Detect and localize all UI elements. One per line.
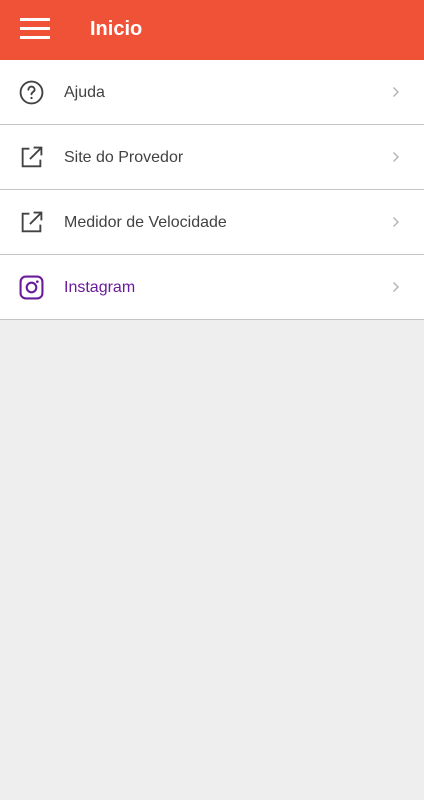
help-circle-icon <box>19 80 44 105</box>
instagram-icon <box>19 275 44 300</box>
menu-list: Ajuda Site do Provedor Medidor de Veloci… <box>0 60 424 320</box>
list-item-label: Site do Provedor <box>64 149 184 166</box>
chevron-right-icon <box>393 152 399 162</box>
list-item-site-do-provedor[interactable]: Site do Provedor <box>0 125 424 190</box>
list-item-instagram[interactable]: Instagram <box>0 255 424 320</box>
list-item-ajuda[interactable]: Ajuda <box>0 60 424 125</box>
external-link-icon <box>21 146 43 168</box>
list-item-label: Instagram <box>64 279 136 296</box>
chevron-right-icon <box>393 87 399 97</box>
external-link-icon <box>21 211 43 233</box>
menu-button[interactable] <box>8 6 62 52</box>
list-item-label: Ajuda <box>64 84 105 101</box>
hamburger-menu-icon <box>20 18 50 39</box>
chevron-right-icon <box>393 217 399 227</box>
list-item-medidor-de-velocidade[interactable]: Medidor de Velocidade <box>0 190 424 255</box>
page-title: Inicio <box>90 18 143 40</box>
app-bar: Inicio <box>0 0 424 60</box>
list-item-label: Medidor de Velocidade <box>64 214 227 231</box>
chevron-right-icon <box>393 282 399 292</box>
